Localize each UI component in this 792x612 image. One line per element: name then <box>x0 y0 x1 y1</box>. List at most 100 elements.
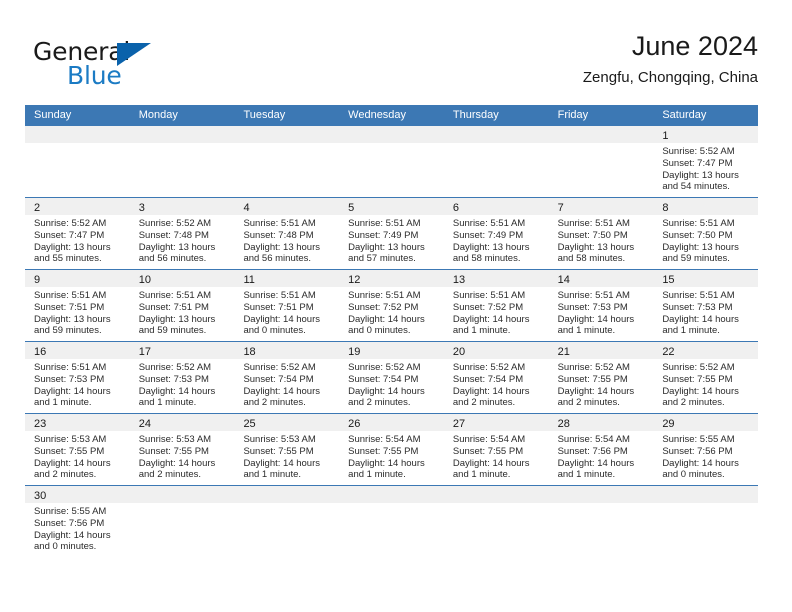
day-number: 27 <box>452 418 466 430</box>
calendar-day-cell[interactable]: 12 Sunrise: 5:51 AM Sunset: 7:52 PM Dayligh… <box>339 270 444 341</box>
triangle-icon <box>117 43 151 66</box>
day-info-line: and 2 minutes. <box>557 397 620 409</box>
calendar-day-cell-empty <box>234 486 340 557</box>
calendar-day-cell[interactable]: 6 Sunrise: 5:51 AM Sunset: 7:49 PM Daylight… <box>443 198 549 269</box>
day-number-band: 10 <box>129 270 235 287</box>
calendar-day-cell[interactable]: 30 Sunrise: 5:55 AM Sunset: 7:56 PM Dayligh… <box>25 486 130 557</box>
calendar-day-cell[interactable]: 13 Sunrise: 5:51 AM Sunset: 7:52 PM Dayligh… <box>443 270 549 341</box>
calendar-day-cell[interactable]: 25 Sunrise: 5:53 AM Sunset: 7:55 PM Dayligh… <box>234 414 340 485</box>
calendar-day-cell[interactable]: 15 Sunrise: 5:51 AM Sunset: 7:53 PM Dayligh… <box>653 270 759 341</box>
calendar-day-cell[interactable]: 26 Sunrise: 5:54 AM Sunset: 7:55 PM Dayligh… <box>339 414 444 485</box>
calendar-day-cell[interactable]: 9 Sunrise: 5:51 AM Sunset: 7:51 PM Daylight… <box>25 270 130 341</box>
day-info-line: Sunrise: 5:55 AM <box>34 506 107 517</box>
calendar-day-cell[interactable]: 5 Sunrise: 5:51 AM Sunset: 7:49 PM Daylight… <box>339 198 444 269</box>
day-info-line: Sunrise: 5:51 AM <box>34 362 107 373</box>
weekday-header-wednesday: Wednesday <box>348 109 407 121</box>
day-info-line: Daylight: 14 hours <box>138 385 216 397</box>
calendar-day-cell[interactable]: 27 Sunrise: 5:54 AM Sunset: 7:55 PM Dayligh… <box>443 414 549 485</box>
day-sun-info <box>234 503 339 506</box>
day-info-line: Daylight: 14 hours <box>348 385 425 397</box>
day-number-band <box>339 126 444 143</box>
day-sun-info <box>234 143 339 146</box>
day-info-line: Sunset: 7:55 PM <box>34 445 105 457</box>
day-sun-info: Sunrise: 5:53 AM Sunset: 7:55 PM Daylight:… <box>25 431 130 481</box>
day-info-line: and 58 minutes. <box>452 253 521 265</box>
day-info-line: Sunset: 7:47 PM <box>662 157 733 169</box>
calendar-day-cell[interactable]: 21 Sunrise: 5:52 AM Sunset: 7:55 PM Dayligh… <box>548 342 654 413</box>
day-number: 5 <box>348 202 355 214</box>
day-sun-info: Sunrise: 5:51 AM Sunset: 7:50 PM Daylight:… <box>549 215 654 265</box>
day-info-line: Sunset: 7:48 PM <box>243 229 314 241</box>
calendar-day-cell[interactable]: 10 Sunrise: 5:51 AM Sunset: 7:51 PM Dayligh… <box>129 270 235 341</box>
calendar-day-cell[interactable]: 16 Sunrise: 5:51 AM Sunset: 7:53 PM Dayligh… <box>25 342 130 413</box>
day-number: 15 <box>662 274 675 286</box>
calendar-day-cell[interactable]: 7 Sunrise: 5:51 AM Sunset: 7:50 PM Daylight… <box>548 198 654 269</box>
weekday-header-tuesday: Tuesday <box>243 109 286 121</box>
day-info-line: Sunrise: 5:52 AM <box>348 362 421 373</box>
calendar-day-cell[interactable]: 2 Sunrise: 5:52 AM Sunset: 7:47 PM Daylight… <box>25 198 130 269</box>
day-info-line: Sunset: 7:48 PM <box>138 229 209 241</box>
day-info-line: Sunrise: 5:51 AM <box>348 218 421 229</box>
day-info-line: Daylight: 13 hours <box>452 241 530 253</box>
day-info-line: Sunset: 7:55 PM <box>452 445 524 457</box>
day-number-band <box>653 486 759 503</box>
calendar-day-cell[interactable]: 3 Sunrise: 5:52 AM Sunset: 7:48 PM Daylight… <box>129 198 235 269</box>
calendar-day-cell-empty <box>339 486 444 557</box>
day-info-line: Daylight: 14 hours <box>452 457 530 469</box>
day-number: 18 <box>243 346 256 358</box>
calendar-day-cell[interactable]: 17 Sunrise: 5:52 AM Sunset: 7:53 PM Dayligh… <box>129 342 235 413</box>
day-number-band: 29 <box>653 414 759 431</box>
day-sun-info <box>130 503 235 506</box>
day-number: 22 <box>662 346 675 358</box>
day-info-line: Sunset: 7:47 PM <box>34 229 105 241</box>
calendar-day-cell[interactable]: 23 Sunrise: 5:53 AM Sunset: 7:55 PM Dayligh… <box>25 414 130 485</box>
day-info-line: Sunrise: 5:51 AM <box>348 290 421 301</box>
calendar-day-cell-empty <box>653 486 759 557</box>
day-info-line: Sunset: 7:54 PM <box>348 373 419 385</box>
day-sun-info: Sunrise: 5:51 AM Sunset: 7:51 PM Daylight:… <box>25 287 130 337</box>
day-number-band: 9 <box>25 270 130 287</box>
day-number: 17 <box>138 346 151 358</box>
calendar-day-cell[interactable]: 24 Sunrise: 5:53 AM Sunset: 7:55 PM Dayligh… <box>129 414 235 485</box>
calendar-day-cell[interactable]: 11 Sunrise: 5:51 AM Sunset: 7:51 PM Dayligh… <box>234 270 340 341</box>
day-number-band: 17 <box>129 342 235 359</box>
calendar-day-cell[interactable]: 20 Sunrise: 5:52 AM Sunset: 7:54 PM Dayligh… <box>443 342 549 413</box>
day-info-line: Daylight: 14 hours <box>243 313 321 325</box>
day-info-line: Daylight: 14 hours <box>243 457 321 469</box>
day-info-line: and 1 minute. <box>557 469 616 481</box>
day-info-line: and 1 minute. <box>662 325 720 337</box>
calendar-day-cell[interactable]: 22 Sunrise: 5:52 AM Sunset: 7:55 PM Dayligh… <box>653 342 759 413</box>
day-number: 28 <box>557 418 570 430</box>
day-info-line: Daylight: 13 hours <box>34 241 111 253</box>
day-info-line: Sunrise: 5:51 AM <box>557 218 630 229</box>
day-sun-info <box>549 503 654 506</box>
day-number: 4 <box>243 202 250 214</box>
general-blue-logo[interactable]: General Blue <box>33 32 243 94</box>
day-number: 30 <box>34 490 47 502</box>
day-number-band: 3 <box>129 198 235 215</box>
day-info-line: and 57 minutes. <box>348 253 416 265</box>
day-number-band: 16 <box>25 342 130 359</box>
calendar-day-cell[interactable]: 18 Sunrise: 5:52 AM Sunset: 7:54 PM Dayligh… <box>234 342 340 413</box>
day-info-line: Sunset: 7:55 PM <box>662 373 733 385</box>
day-sun-info <box>549 143 654 146</box>
day-sun-info <box>339 503 444 506</box>
calendar-day-cell[interactable]: 4 Sunrise: 5:51 AM Sunset: 7:48 PM Daylight… <box>234 198 340 269</box>
day-number: 7 <box>557 202 564 214</box>
day-sun-info: Sunrise: 5:53 AM Sunset: 7:55 PM Daylight:… <box>130 431 235 481</box>
day-info-line: Sunset: 7:52 PM <box>348 301 419 313</box>
day-info-line: Daylight: 13 hours <box>243 241 321 253</box>
day-info-line: and 55 minutes. <box>34 253 102 265</box>
day-number: 13 <box>452 274 466 286</box>
calendar-day-cell-empty <box>443 126 549 197</box>
calendar-day-cell[interactable]: 19 Sunrise: 5:52 AM Sunset: 7:54 PM Dayligh… <box>339 342 444 413</box>
day-number: 2 <box>34 202 41 214</box>
calendar-day-cell[interactable]: 1 Sunrise: 5:52 AM Sunset: 7:47 PM Daylight… <box>653 126 759 197</box>
day-info-line: Sunset: 7:52 PM <box>452 301 524 313</box>
day-info-line: Daylight: 14 hours <box>138 457 216 469</box>
calendar-day-cell[interactable]: 8 Sunrise: 5:51 AM Sunset: 7:50 PM Daylight… <box>653 198 759 269</box>
calendar-day-cell[interactable]: 28 Sunrise: 5:54 AM Sunset: 7:56 PM Dayligh… <box>548 414 654 485</box>
day-info-line: Sunset: 7:53 PM <box>662 301 733 313</box>
calendar-day-cell[interactable]: 14 Sunrise: 5:51 AM Sunset: 7:53 PM Dayligh… <box>548 270 654 341</box>
calendar-day-cell[interactable]: 29 Sunrise: 5:55 AM Sunset: 7:56 PM Dayligh… <box>653 414 759 485</box>
